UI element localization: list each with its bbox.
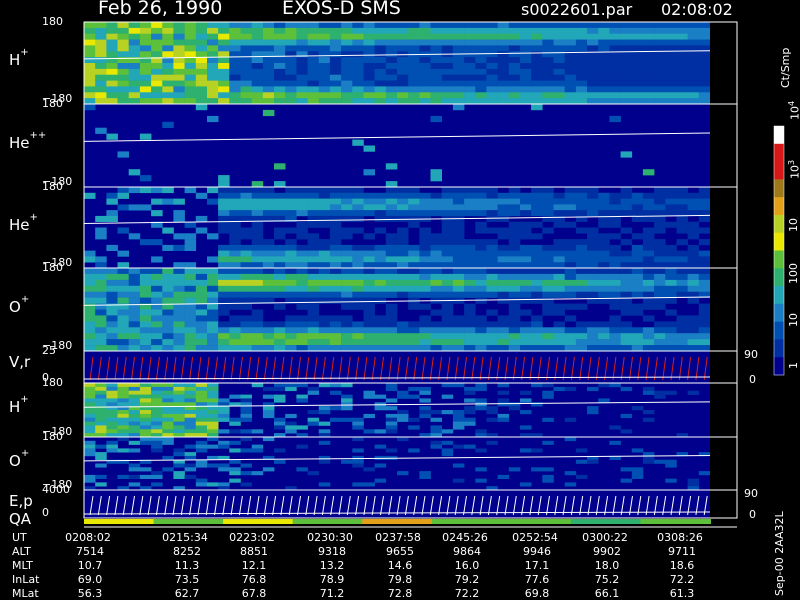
- axis-row-name-mlt: MLT: [12, 559, 33, 572]
- axis-row-name-inlat: InLat: [12, 573, 40, 586]
- colorbar-tick-4: 100: [787, 263, 800, 284]
- ymax-label-4: 180: [42, 261, 63, 274]
- axis-value-mlat-5: 72.8: [387, 587, 413, 600]
- colorbar: [773, 125, 785, 376]
- axis-value-alt-4: 9318: [318, 545, 346, 558]
- spectrogram-figure: [83, 21, 785, 528]
- axis-value-mlat-2: 62.7: [174, 587, 200, 600]
- ymax-label-5: 25: [42, 344, 56, 357]
- plot-time: 02:08:02: [661, 0, 733, 19]
- panel-label-1: H+: [9, 47, 29, 69]
- panels-layer: [83, 21, 738, 524]
- panel-3: [83, 186, 738, 269]
- ymax-label-3: 180: [42, 180, 63, 193]
- axis-value-ut-2: 0215:34: [162, 531, 208, 544]
- axis-value-inlat-2: 73.5: [174, 573, 200, 586]
- rmax-label-5: 90: [744, 348, 758, 361]
- axis-value-mlat-1: 56.3: [77, 587, 103, 600]
- axis-value-mlat-3: 67.8: [241, 587, 267, 600]
- axis-value-inlat-6: 79.2: [454, 573, 480, 586]
- axis-value-mlt-5: 14.6: [387, 559, 413, 572]
- qa-label: QA: [9, 510, 32, 528]
- axis-value-ut-8: 0300:22: [582, 531, 628, 544]
- axis-row-name-ut: UT: [12, 531, 27, 544]
- panel-label-7: O+: [9, 447, 30, 470]
- ymax-label-6: 180: [42, 376, 63, 389]
- colorbar-tick-5: 10: [787, 313, 800, 327]
- rmin-label-8: 0: [749, 508, 756, 521]
- panel-label-5: V,r: [9, 353, 31, 371]
- axis-value-mlat-6: 72.2: [454, 587, 480, 600]
- axis-value-ut-4: 0230:30: [307, 531, 353, 544]
- axis-value-ut-9: 0308:26: [657, 531, 703, 544]
- axis-value-mlt-1: 10.7: [77, 559, 103, 572]
- axis-value-ut-5: 0237:58: [375, 531, 421, 544]
- axis-value-inlat-4: 78.9: [319, 573, 345, 586]
- panel-label-6: H+: [9, 394, 29, 416]
- data-file-name: s0022601.par: [521, 0, 633, 19]
- panel-label-8: E,p: [9, 492, 33, 510]
- axis-value-mlt-4: 13.2: [319, 559, 345, 572]
- axis-row-name-mlat: MLat: [12, 587, 39, 600]
- axis-value-alt-6: 9864: [453, 545, 481, 558]
- axis-value-alt-2: 8252: [173, 545, 201, 558]
- axis-value-inlat-9: 72.2: [669, 573, 695, 586]
- axis-value-alt-3: 8851: [240, 545, 268, 558]
- axis-value-mlat-4: 71.2: [319, 587, 345, 600]
- axis-value-alt-5: 9655: [386, 545, 414, 558]
- panel-2: [83, 103, 738, 188]
- axis-value-mlat-9: 61.3: [669, 587, 695, 600]
- plot-date: Feb 26, 1990: [98, 0, 223, 19]
- rmax-label-8: 90: [744, 487, 758, 500]
- axis-value-ut-1: 0208:02: [65, 531, 111, 544]
- plot-mission: EXOS-D SMS: [282, 0, 401, 19]
- axis-value-inlat-8: 75.2: [594, 573, 620, 586]
- footer-code: Sep-00 2AA32L: [773, 511, 786, 596]
- axis-value-mlt-9: 18.6: [669, 559, 695, 572]
- colorbar-unit: Ct/Smp: [779, 47, 792, 88]
- colorbar-tick-6: 1: [787, 362, 800, 369]
- colorbar-tick-1: 104: [787, 100, 800, 120]
- panel-4: [83, 267, 738, 352]
- ymin-label-8: 0: [42, 506, 49, 519]
- axis-value-mlt-8: 18.0: [594, 559, 620, 572]
- panel-label-3: He+: [9, 211, 38, 234]
- axis-value-alt-1: 7514: [76, 545, 104, 558]
- panel-8: [83, 489, 738, 519]
- axis-value-inlat-7: 77.6: [524, 573, 550, 586]
- panel-5: [83, 350, 738, 384]
- axis-row-name-alt: ALT: [12, 545, 31, 558]
- axis-value-mlat-8: 66.1: [594, 587, 620, 600]
- rmin-label-5: 0: [749, 373, 756, 386]
- axis-value-ut-6: 0245:26: [442, 531, 488, 544]
- ymax-label-1: 180: [42, 15, 63, 28]
- ymax-label-2: 180: [42, 97, 63, 110]
- panel-6: [83, 382, 738, 438]
- panel-7: [83, 436, 738, 491]
- ymax-label-8: 4000: [42, 483, 70, 496]
- axis-value-mlt-2: 11.3: [174, 559, 200, 572]
- ymax-label-7: 180: [42, 430, 63, 443]
- axis-value-alt-8: 9902: [593, 545, 621, 558]
- qa-strip: [84, 519, 711, 524]
- panel-label-2: He++: [9, 129, 47, 152]
- axis-value-inlat-5: 79.8: [387, 573, 413, 586]
- axis-value-inlat-3: 76.8: [241, 573, 267, 586]
- axis-value-alt-7: 9946: [523, 545, 551, 558]
- axis-value-mlat-7: 69.8: [524, 587, 550, 600]
- axis-value-ut-3: 0223:02: [229, 531, 275, 544]
- panel-label-4: O+: [9, 293, 30, 316]
- axis-value-mlt-3: 12.1: [241, 559, 267, 572]
- colorbar-tick-3: 10: [787, 218, 800, 232]
- axis-value-mlt-6: 16.0: [454, 559, 480, 572]
- colorbar-tick-2: 103: [787, 159, 800, 179]
- axis-value-alt-9: 9711: [668, 545, 696, 558]
- axis-value-ut-7: 0252:54: [512, 531, 558, 544]
- axis-value-inlat-1: 69.0: [77, 573, 103, 586]
- panel-1: [83, 21, 738, 105]
- axis-value-mlt-7: 17.1: [524, 559, 550, 572]
